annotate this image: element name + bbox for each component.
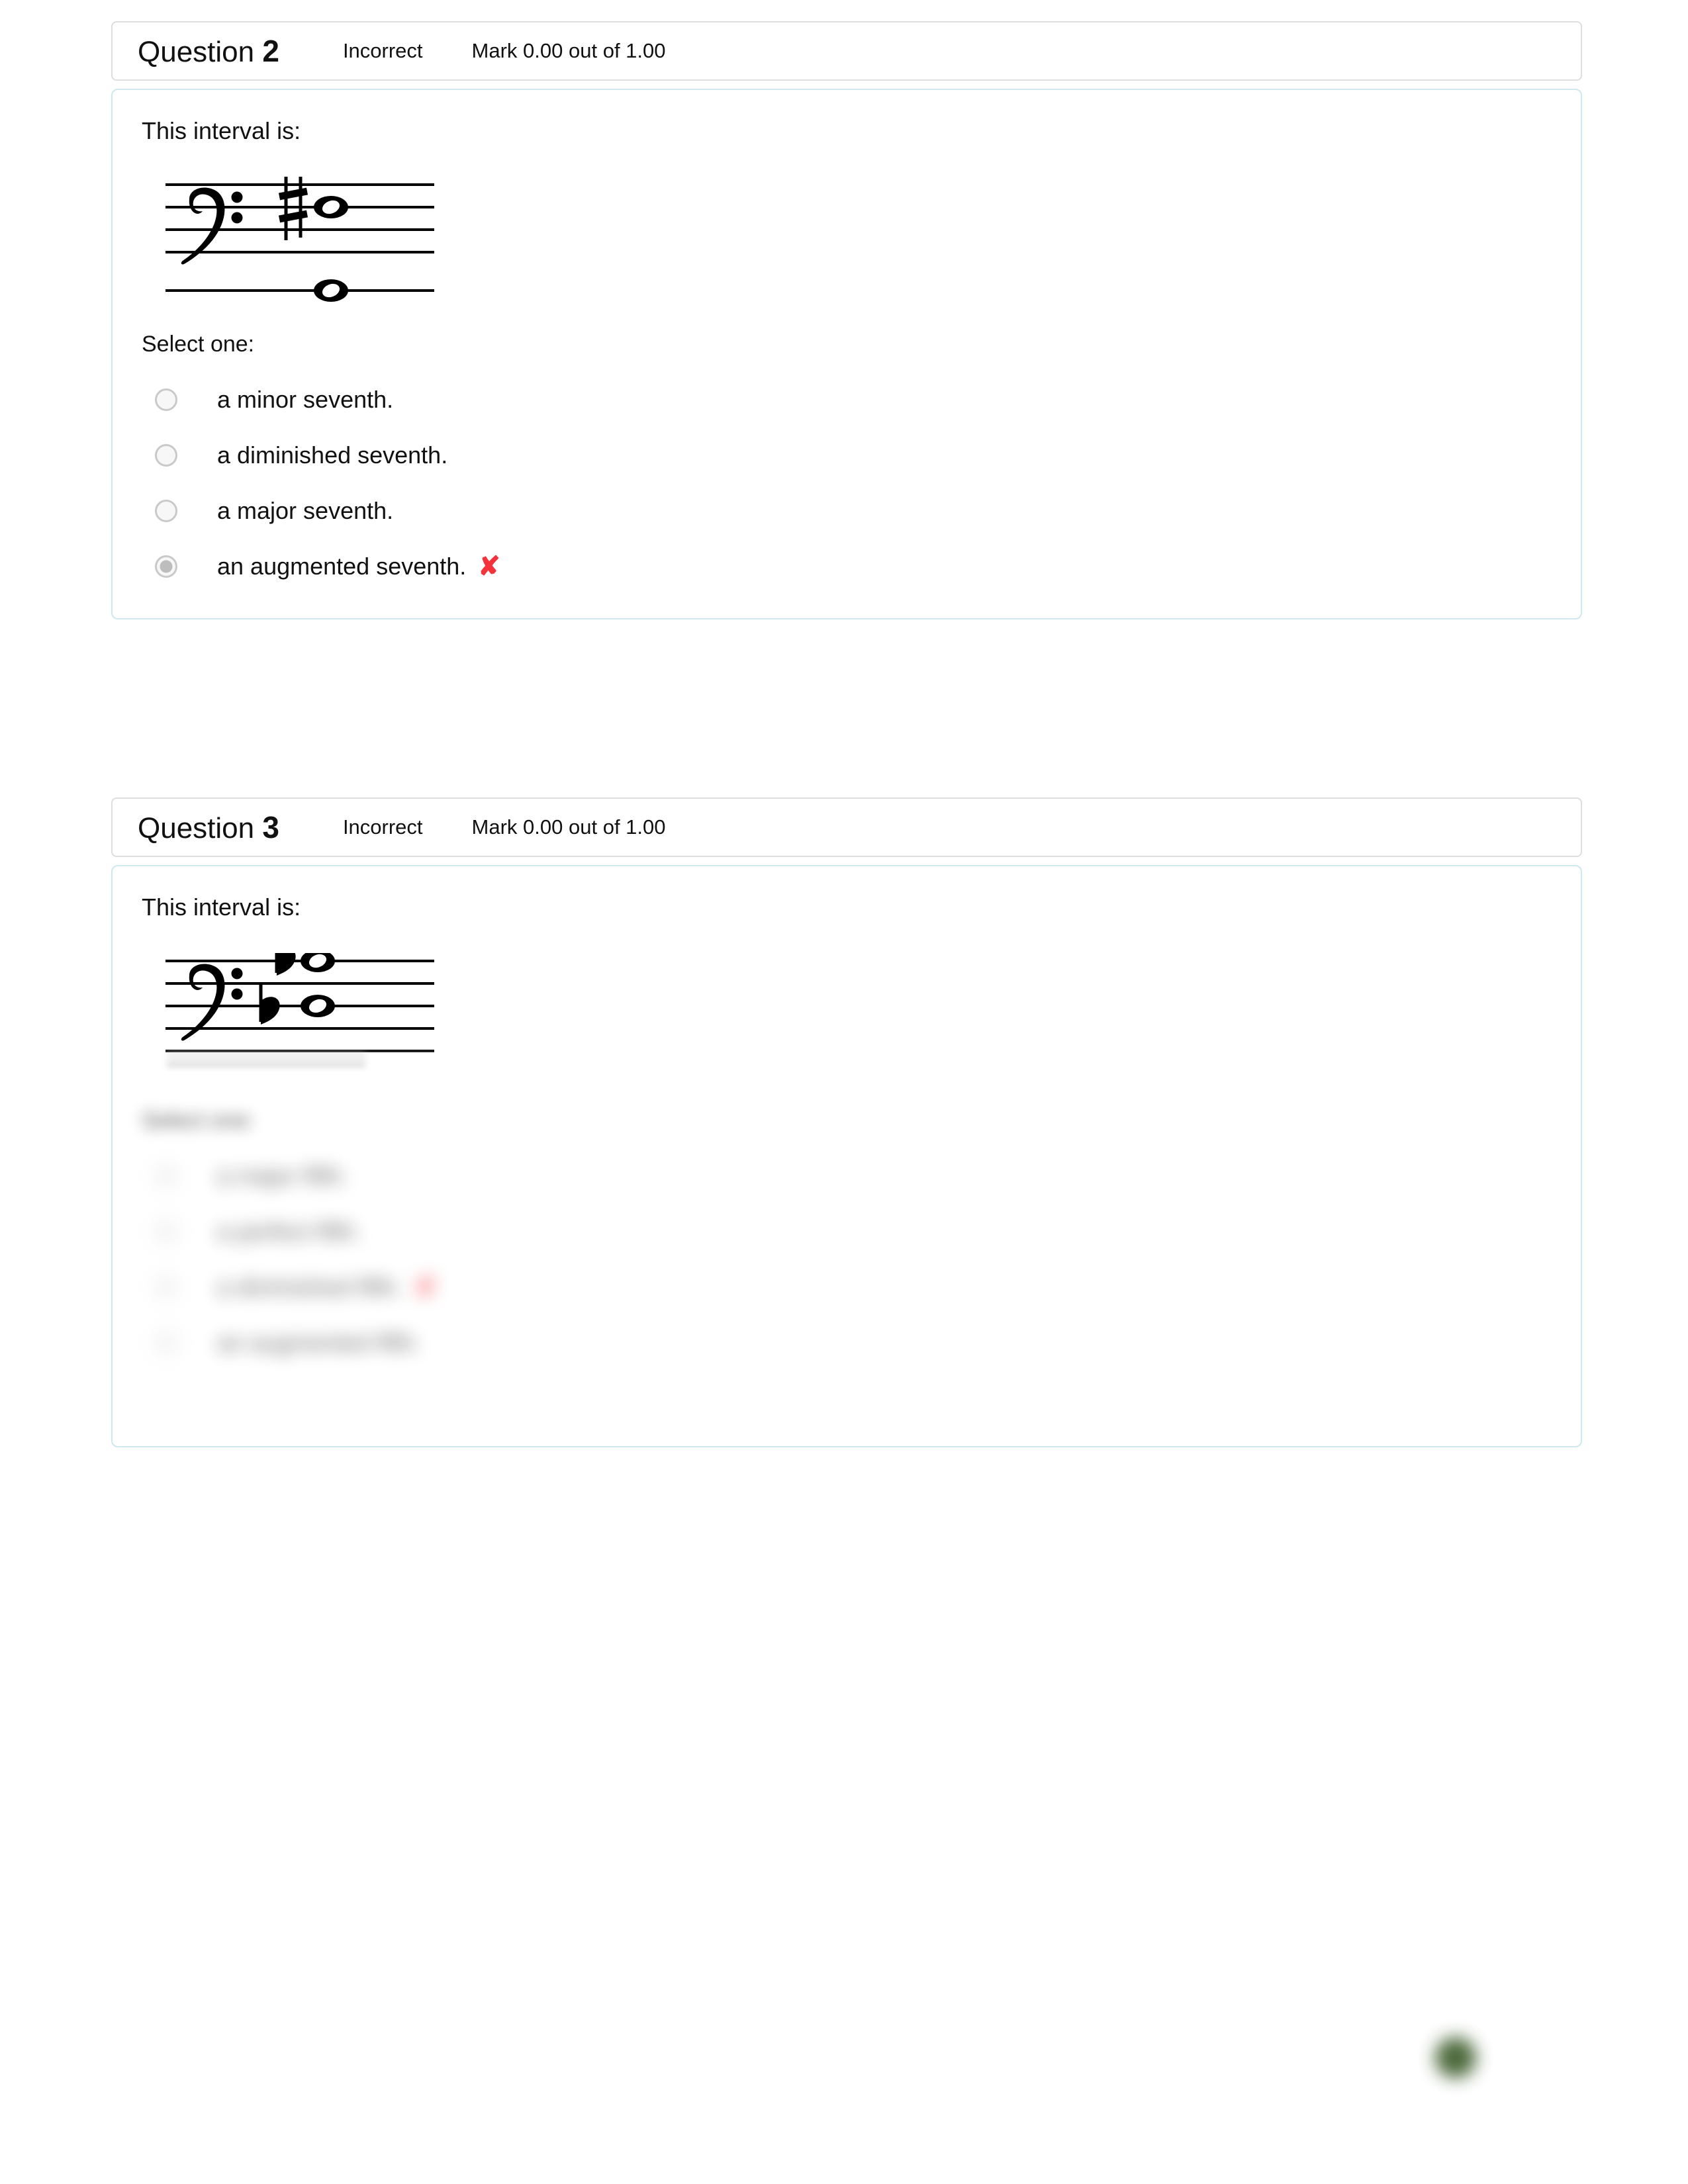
floating-widget-bubble[interactable] xyxy=(1435,2037,1476,2078)
incorrect-cross-icon: ✘ xyxy=(478,552,500,582)
whole-note-upper xyxy=(301,953,335,973)
flat-icon-upper xyxy=(275,953,296,976)
answer-label: an augmented fifth. xyxy=(217,1329,422,1357)
question-mark-2: Mark 0.00 out of 1.00 xyxy=(471,39,666,62)
question-prompt-3: This interval is: xyxy=(142,893,301,921)
question-state-badge-3: Incorrect xyxy=(342,815,423,839)
question-title-word-3: Question xyxy=(138,812,255,844)
radio-button[interactable] xyxy=(155,1332,177,1355)
radio-button[interactable] xyxy=(155,388,177,412)
answer-option-row[interactable]: a perfect fifth. xyxy=(151,1204,1554,1259)
answer-list-2: a minor seventh. a diminished seventh. a… xyxy=(151,372,1554,594)
whole-note-lower xyxy=(314,279,348,302)
bass-clef-staff-flats xyxy=(151,953,614,1079)
radio-button[interactable] xyxy=(155,1165,177,1188)
answer-option-row[interactable]: an augmented fifth. xyxy=(151,1315,1554,1371)
quiz-review-page: Question 2 Incorrect Mark 0.00 out of 1.… xyxy=(0,0,1688,2184)
answer-label: a perfect fifth. xyxy=(217,1218,362,1246)
radio-button[interactable] xyxy=(155,444,177,467)
answer-option-row[interactable]: a minor seventh. xyxy=(151,372,1554,428)
question-body-2: This interval is: Select one: a minor se… xyxy=(111,89,1582,620)
answer-label: a major seventh. xyxy=(217,497,394,525)
answer-label: a diminished fifth. xyxy=(217,1273,403,1301)
select-one-label-2: Select one: xyxy=(142,332,255,357)
question-block-2: Question 2 Incorrect Mark 0.00 out of 1.… xyxy=(111,21,1582,620)
radio-button-selected[interactable] xyxy=(155,555,177,578)
question-title-3: Question 3 xyxy=(138,809,279,845)
music-notation-3 xyxy=(151,953,614,1079)
question-number-2: 2 xyxy=(262,34,279,68)
answer-label: a major fifth. xyxy=(217,1162,349,1190)
question-header-3: Question 3 Incorrect Mark 0.00 out of 1.… xyxy=(111,797,1582,857)
question-mark-3: Mark 0.00 out of 1.00 xyxy=(471,815,666,839)
answer-label: an augmented seventh. xyxy=(217,553,467,580)
question-number-3: 3 xyxy=(262,810,279,844)
whole-note-upper xyxy=(314,196,348,219)
question-block-3: Question 3 Incorrect Mark 0.00 out of 1.… xyxy=(111,797,1582,1447)
answer-option-row[interactable]: a major fifth. xyxy=(151,1148,1554,1204)
incorrect-cross-icon: ✘ xyxy=(414,1273,437,1302)
radio-button[interactable] xyxy=(155,500,177,523)
question-state-badge-2: Incorrect xyxy=(342,39,423,62)
answer-label: a diminished seventh. xyxy=(217,441,448,469)
answer-option-row[interactable]: a diminished fifth. ✘ xyxy=(151,1259,1554,1315)
music-notation-2 xyxy=(151,177,614,302)
question-title-2: Question 2 xyxy=(138,33,279,69)
question-body-3: This interval is: Select one: a major fi… xyxy=(111,865,1582,1447)
whole-note-lower xyxy=(301,995,335,1018)
answer-option-row[interactable]: a diminished seventh. xyxy=(151,428,1554,483)
answer-option-row-selected[interactable]: an augmented seventh. ✘ xyxy=(151,539,1554,594)
question-header-2: Question 2 Incorrect Mark 0.00 out of 1.… xyxy=(111,21,1582,81)
answer-label: a minor seventh. xyxy=(217,386,394,414)
answer-option-row[interactable]: a major seventh. xyxy=(151,483,1554,539)
radio-button[interactable] xyxy=(155,1220,177,1244)
select-one-label-3: Select one: xyxy=(142,1108,255,1134)
flat-icon-lower xyxy=(259,983,280,1025)
answer-list-3: a major fifth. a perfect fifth. a dimini… xyxy=(151,1148,1554,1371)
bass-clef-staff-sharp xyxy=(165,177,434,302)
question-prompt-2: This interval is: xyxy=(142,117,301,144)
radio-button[interactable] xyxy=(155,1276,177,1299)
question-title-word-2: Question xyxy=(138,36,255,68)
